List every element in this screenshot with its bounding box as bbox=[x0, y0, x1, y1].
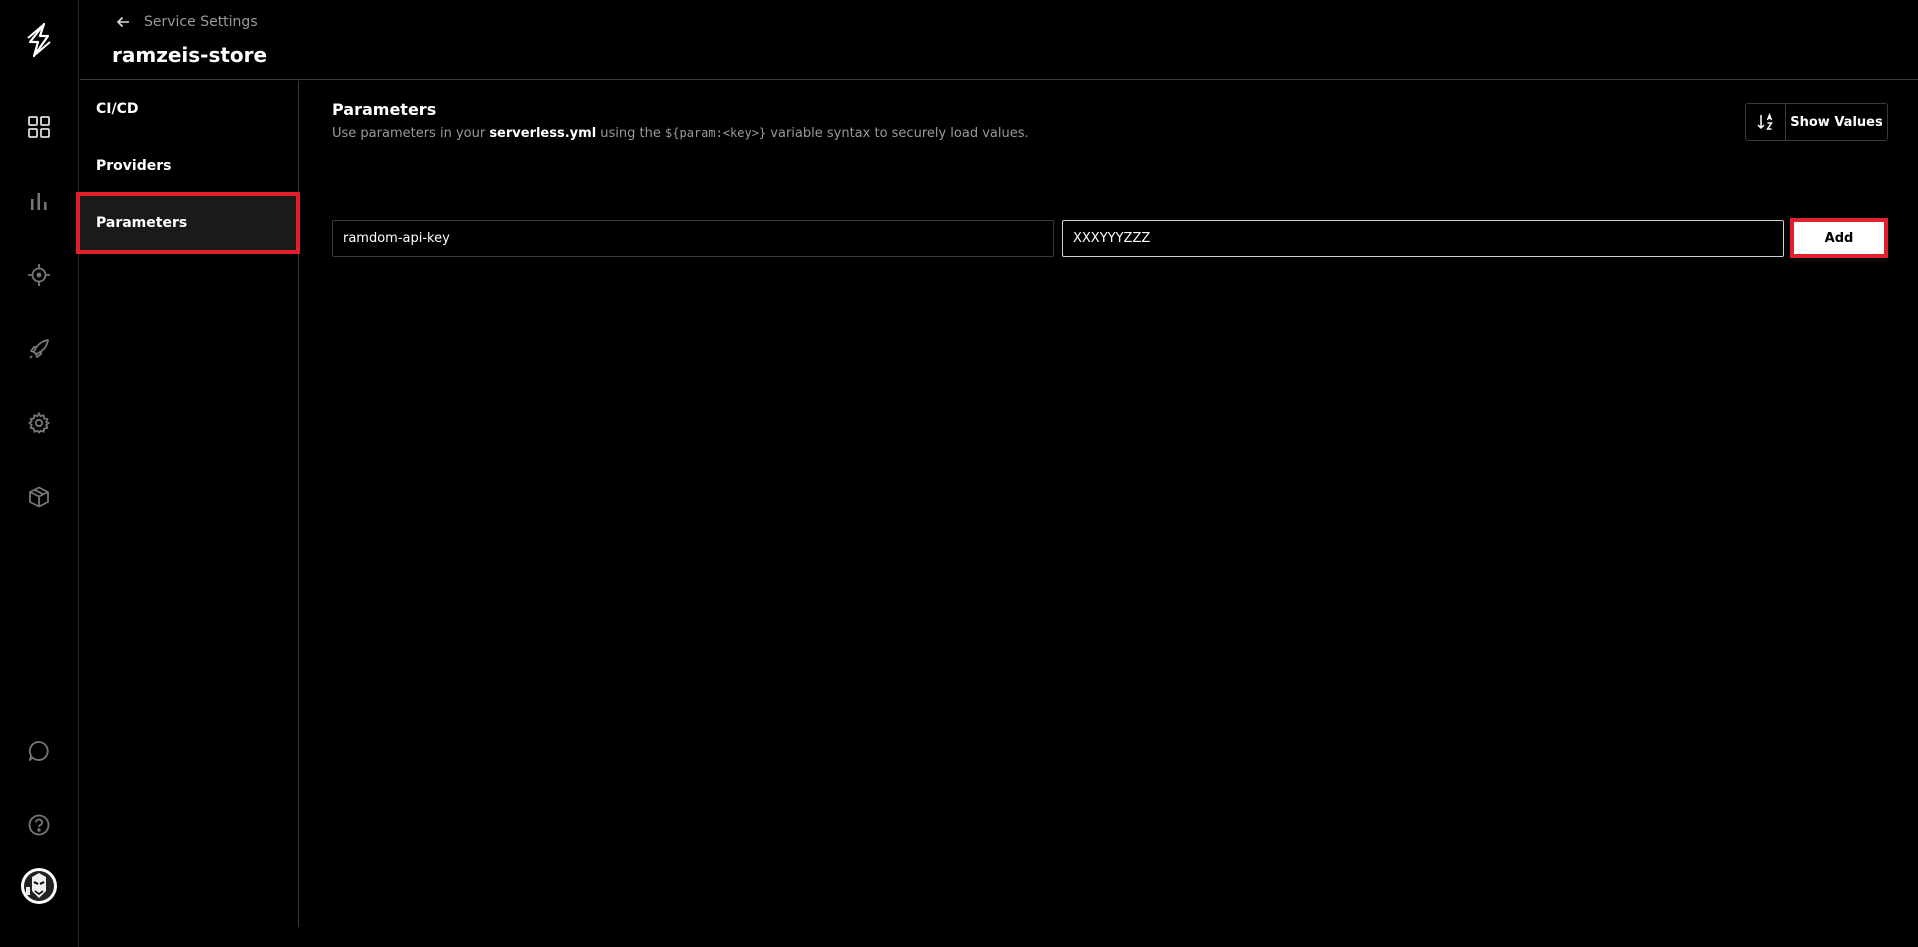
icon-rail bbox=[0, 0, 79, 947]
nav-item-providers[interactable]: Providers bbox=[80, 138, 298, 194]
desc-suffix: variable syntax to securely load values. bbox=[766, 126, 1029, 141]
parameter-value-input[interactable] bbox=[1062, 220, 1784, 257]
desc-prefix: Use parameters in your bbox=[332, 126, 490, 141]
page-header: Service Settings ramzeis-store bbox=[80, 0, 1918, 80]
add-button-highlight: Add bbox=[1790, 218, 1888, 258]
nav-item-parameters[interactable]: Parameters bbox=[80, 195, 298, 251]
logo-icon[interactable] bbox=[19, 20, 59, 60]
nav-item-label: Parameters bbox=[96, 215, 188, 231]
chat-icon[interactable] bbox=[19, 731, 59, 771]
sort-ascending-icon bbox=[1756, 113, 1773, 130]
desc-middle: using the bbox=[596, 126, 666, 141]
desc-code: ${param:<key>} bbox=[665, 126, 767, 140]
app-root: Service Settings ramzeis-store CI/CD Pro… bbox=[0, 0, 1918, 947]
settings-nav: CI/CD Providers Parameters bbox=[80, 81, 299, 927]
back-link-label: Service Settings bbox=[144, 14, 258, 30]
avatar[interactable] bbox=[19, 866, 59, 906]
desc-file: serverless.yml bbox=[489, 126, 597, 141]
back-link[interactable]: Service Settings bbox=[116, 12, 258, 32]
show-values-button[interactable]: Show Values bbox=[1745, 103, 1888, 141]
section-description: Use parameters in your serverless.yml us… bbox=[332, 126, 1029, 141]
page-title: ramzeis-store bbox=[112, 43, 268, 67]
bar-chart-icon[interactable] bbox=[19, 181, 59, 221]
nav-item-label: Providers bbox=[96, 158, 172, 174]
gear-icon[interactable] bbox=[19, 403, 59, 443]
section-title: Parameters bbox=[332, 100, 437, 119]
rocket-icon[interactable] bbox=[19, 329, 59, 369]
parameter-key-input[interactable] bbox=[332, 220, 1054, 257]
nav-item-label: CI/CD bbox=[96, 101, 139, 117]
package-icon[interactable] bbox=[19, 477, 59, 517]
grid-icon[interactable] bbox=[19, 107, 59, 147]
parameters-panel: Parameters Use parameters in your server… bbox=[300, 81, 1918, 947]
show-values-label: Show Values bbox=[1790, 114, 1883, 130]
sort-button[interactable] bbox=[1746, 104, 1786, 140]
target-icon[interactable] bbox=[19, 255, 59, 295]
arrow-left-icon bbox=[116, 16, 129, 28]
add-button[interactable]: Add bbox=[1794, 222, 1884, 254]
help-icon[interactable] bbox=[19, 805, 59, 845]
nav-item-cicd[interactable]: CI/CD bbox=[80, 81, 298, 137]
